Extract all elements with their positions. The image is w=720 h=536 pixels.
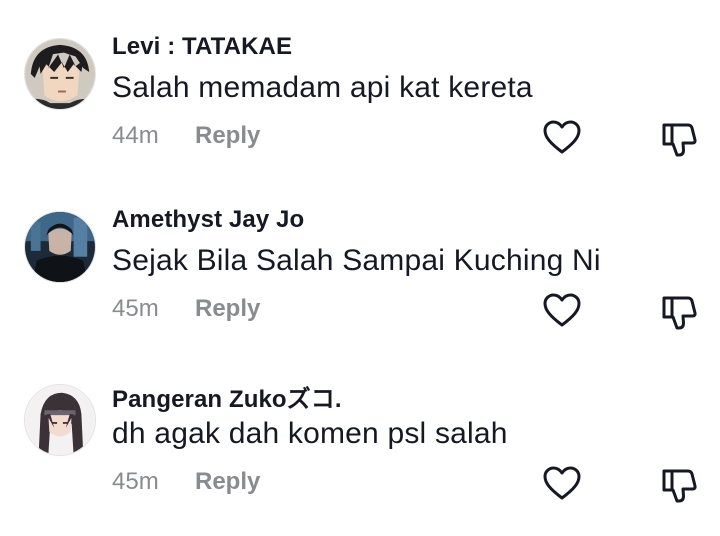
comment-time: 45m — [112, 295, 159, 322]
comment-text: Salah memadam api kat kereta — [112, 71, 533, 104]
comment-time: 44m — [112, 122, 159, 149]
avatar[interactable] — [24, 38, 96, 110]
comment-item: Amethyst Jay Jo Sejak Bila Salah Sampai … — [0, 206, 720, 361]
heart-icon[interactable] — [542, 464, 582, 504]
reply-button[interactable]: Reply — [195, 122, 260, 150]
comment-username[interactable]: Pangeran Zukoズコ. — [112, 379, 342, 414]
heart-icon[interactable] — [542, 291, 582, 331]
comment-text: Sejak Bila Salah Sampai Kuching Ni — [112, 244, 601, 277]
thumbs-down-icon[interactable] — [658, 291, 698, 331]
avatar[interactable] — [24, 384, 96, 456]
comment-item: Levi : TATAKAE Salah memadam api kat ker… — [0, 33, 720, 188]
reply-button[interactable]: Reply — [195, 468, 260, 496]
thumbs-down-icon[interactable] — [658, 118, 698, 158]
heart-icon[interactable] — [542, 118, 582, 158]
thumbs-down-icon[interactable] — [658, 464, 698, 504]
reply-button[interactable]: Reply — [195, 295, 260, 323]
comment-text: dh agak dah komen psl salah — [112, 417, 508, 450]
comment-time: 45m — [112, 468, 159, 495]
avatar[interactable] — [24, 211, 96, 283]
comment-item: Pangeran Zukoズコ. dh agak dah komen psl s… — [0, 384, 720, 534]
comment-username[interactable]: Levi : TATAKAE — [112, 33, 292, 61]
comment-username[interactable]: Amethyst Jay Jo — [112, 206, 304, 234]
